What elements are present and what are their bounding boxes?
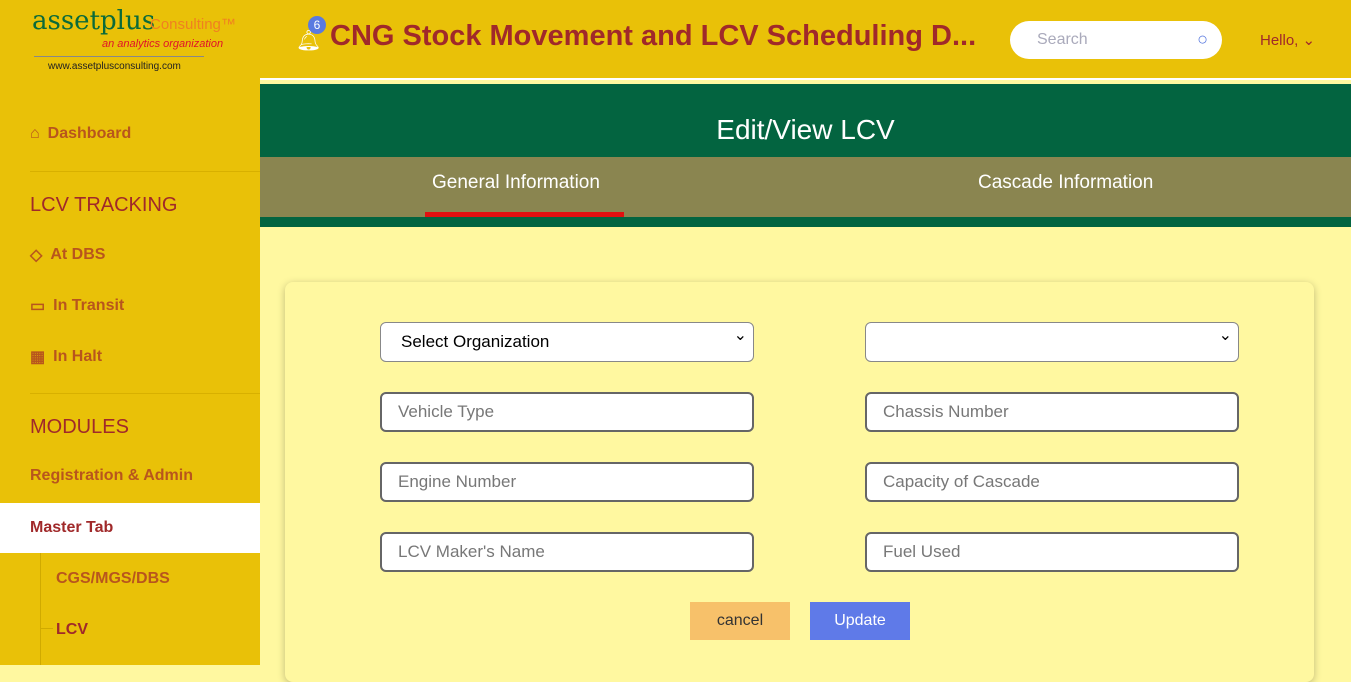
divider	[34, 56, 204, 57]
organization-select[interactable]: Select Organization	[380, 322, 754, 362]
logo-tagline: an analytics organization	[102, 38, 224, 50]
label: At DBS	[50, 246, 106, 263]
logo-brand: assetplus	[32, 6, 156, 36]
logo-consulting: Consulting™	[150, 16, 236, 33]
search-icon[interactable]: ○	[1197, 29, 1208, 50]
sidebar-item-in-halt[interactable]: ▦ In Halt	[30, 347, 102, 367]
label: Dashboard	[47, 125, 132, 142]
section-modules: MODULES	[30, 416, 129, 438]
sidebar: assetplus Consulting™ an analytics organ…	[0, 0, 260, 665]
second-select[interactable]	[865, 322, 1239, 362]
tab-bar-border	[260, 217, 1351, 227]
tree-line	[40, 553, 41, 665]
logo-url: www.assetplusconsulting.com	[48, 61, 181, 72]
user-menu[interactable]: Hello, ⌄	[1260, 31, 1315, 49]
label: In Transit	[53, 297, 125, 314]
divider	[30, 171, 260, 172]
cancel-button[interactable]: cancel	[690, 602, 790, 640]
calendar-icon: ▦	[30, 349, 46, 366]
tab-general-information[interactable]: General Information	[432, 172, 600, 194]
page-title: Edit/View LCV	[260, 84, 1351, 157]
sidebar-item-cgs[interactable]: CGS/MGS/DBS	[56, 570, 170, 588]
message-icon: ▭	[30, 298, 46, 315]
fuel-used-input[interactable]: Fuel Used	[865, 532, 1239, 572]
tabs: General Information Cascade Information	[260, 157, 1351, 217]
sidebar-item-master-tab[interactable]: Master Tab	[0, 503, 260, 553]
maker-name-input[interactable]: LCV Maker's Name	[380, 532, 754, 572]
top-bar: 🔔︎ 6 CNG Stock Movement and LCV Scheduli…	[260, 0, 1351, 80]
section-lcv-tracking: LCV TRACKING	[30, 194, 178, 216]
search-input[interactable]: Search ○	[1010, 21, 1222, 59]
tree-line	[40, 628, 53, 629]
sidebar-item-lcv[interactable]: LCV	[56, 621, 88, 639]
sidebar-item-registration[interactable]: Registration & Admin	[30, 467, 193, 485]
tab-cascade-information[interactable]: Cascade Information	[978, 172, 1153, 194]
capacity-input[interactable]: Capacity of Cascade	[865, 462, 1239, 502]
app-title: CNG Stock Movement and LCV Scheduling D.…	[330, 20, 977, 52]
engine-number-input[interactable]: Engine Number	[380, 462, 754, 502]
search-placeholder: Search	[1037, 31, 1088, 48]
organization-value: Select Organization	[401, 332, 550, 351]
home-icon: ⌂	[30, 125, 40, 142]
logo: assetplus Consulting™ an analytics organ…	[30, 6, 236, 76]
hello-label: Hello,	[1260, 32, 1299, 49]
tag-icon: ◇	[30, 247, 43, 264]
chevron-down-icon: ⌄	[1302, 32, 1316, 49]
chassis-number-input[interactable]: Chassis Number	[865, 392, 1239, 432]
sidebar-item-at-dbs[interactable]: ◇ At DBS	[30, 245, 105, 265]
label: In Halt	[53, 348, 103, 365]
sidebar-item-in-transit[interactable]: ▭ In Transit	[30, 296, 124, 316]
sidebar-item-dashboard[interactable]: ⌂ Dashboard	[30, 125, 131, 143]
update-button[interactable]: Update	[810, 602, 910, 640]
form-card: Select Organization Vehicle Type Chassis…	[285, 282, 1314, 682]
notification-badge: 6	[308, 16, 326, 34]
vehicle-type-input[interactable]: Vehicle Type	[380, 392, 754, 432]
divider	[30, 393, 260, 394]
